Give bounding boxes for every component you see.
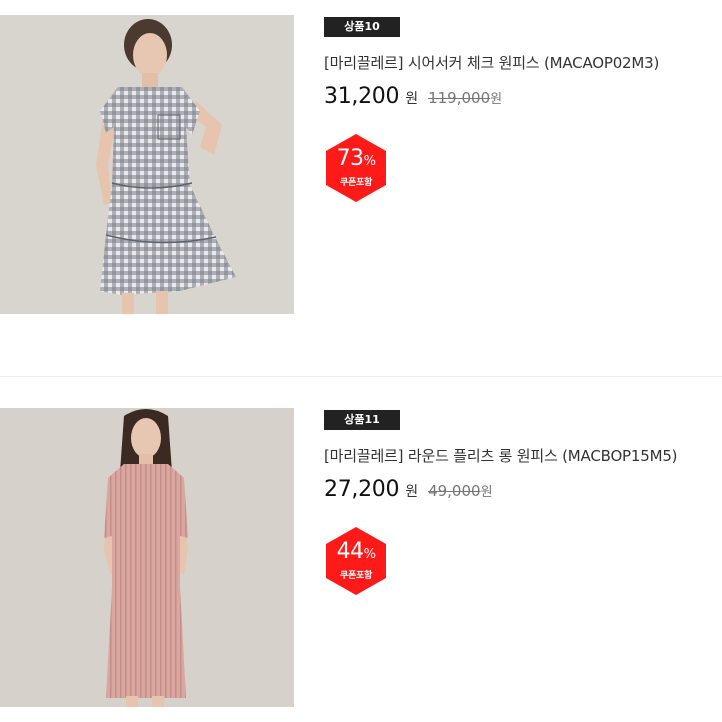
- product-info: 상품11 [마리끌레르] 라운드 플리츠 롱 원피스 (MACBOP15M5) …: [324, 408, 722, 595]
- price-row: 27,200 원 49,000 원: [324, 477, 722, 502]
- product-photo-checked-dress: [0, 15, 294, 314]
- coupon-included-label: 쿠폰포함: [340, 178, 372, 188]
- original-price: 119,000: [428, 89, 491, 107]
- discount-percent: 73%: [324, 146, 388, 175]
- discount-badge: 44% 쿠폰포함: [324, 526, 388, 596]
- product-name-link[interactable]: [마리끌레르] 라운드 플리츠 롱 원피스 (MACBOP15M5): [324, 445, 722, 466]
- sale-price-unit: 원: [405, 484, 419, 500]
- discount-percent-sign: %: [363, 547, 376, 562]
- product-info: 상품10 [마리끌레르] 시어서커 체크 원피스 (MACAOP02M3) 31…: [324, 15, 722, 202]
- sale-price: 27,200: [324, 477, 400, 502]
- original-price: 49,000: [428, 482, 481, 500]
- product-number-badge: 상품11: [324, 410, 400, 430]
- product-image[interactable]: [0, 15, 294, 314]
- product-name-link[interactable]: [마리끌레르] 시어서커 체크 원피스 (MACAOP02M3): [324, 52, 722, 73]
- discount-value: 44: [336, 539, 365, 564]
- discount-value: 73: [336, 146, 365, 171]
- product-image[interactable]: [0, 408, 294, 707]
- product-list: 상품10 [마리끌레르] 시어서커 체크 원피스 (MACAOP02M3) 31…: [0, 0, 722, 722]
- sale-price: 31,200: [324, 84, 400, 109]
- original-price-unit: 원: [480, 485, 493, 500]
- sale-price-unit: 원: [405, 91, 419, 107]
- product-photo-pleated-dress: [0, 408, 294, 707]
- discount-percent: 44%: [324, 539, 388, 568]
- divider: [0, 376, 722, 377]
- product-number-badge: 상품10: [324, 17, 400, 37]
- original-price-unit: 원: [490, 92, 503, 107]
- price-row: 31,200 원 119,000 원: [324, 84, 722, 109]
- discount-percent-sign: %: [363, 154, 376, 169]
- coupon-included-label: 쿠폰포함: [340, 571, 372, 581]
- discount-badge: 73% 쿠폰포함: [324, 133, 388, 203]
